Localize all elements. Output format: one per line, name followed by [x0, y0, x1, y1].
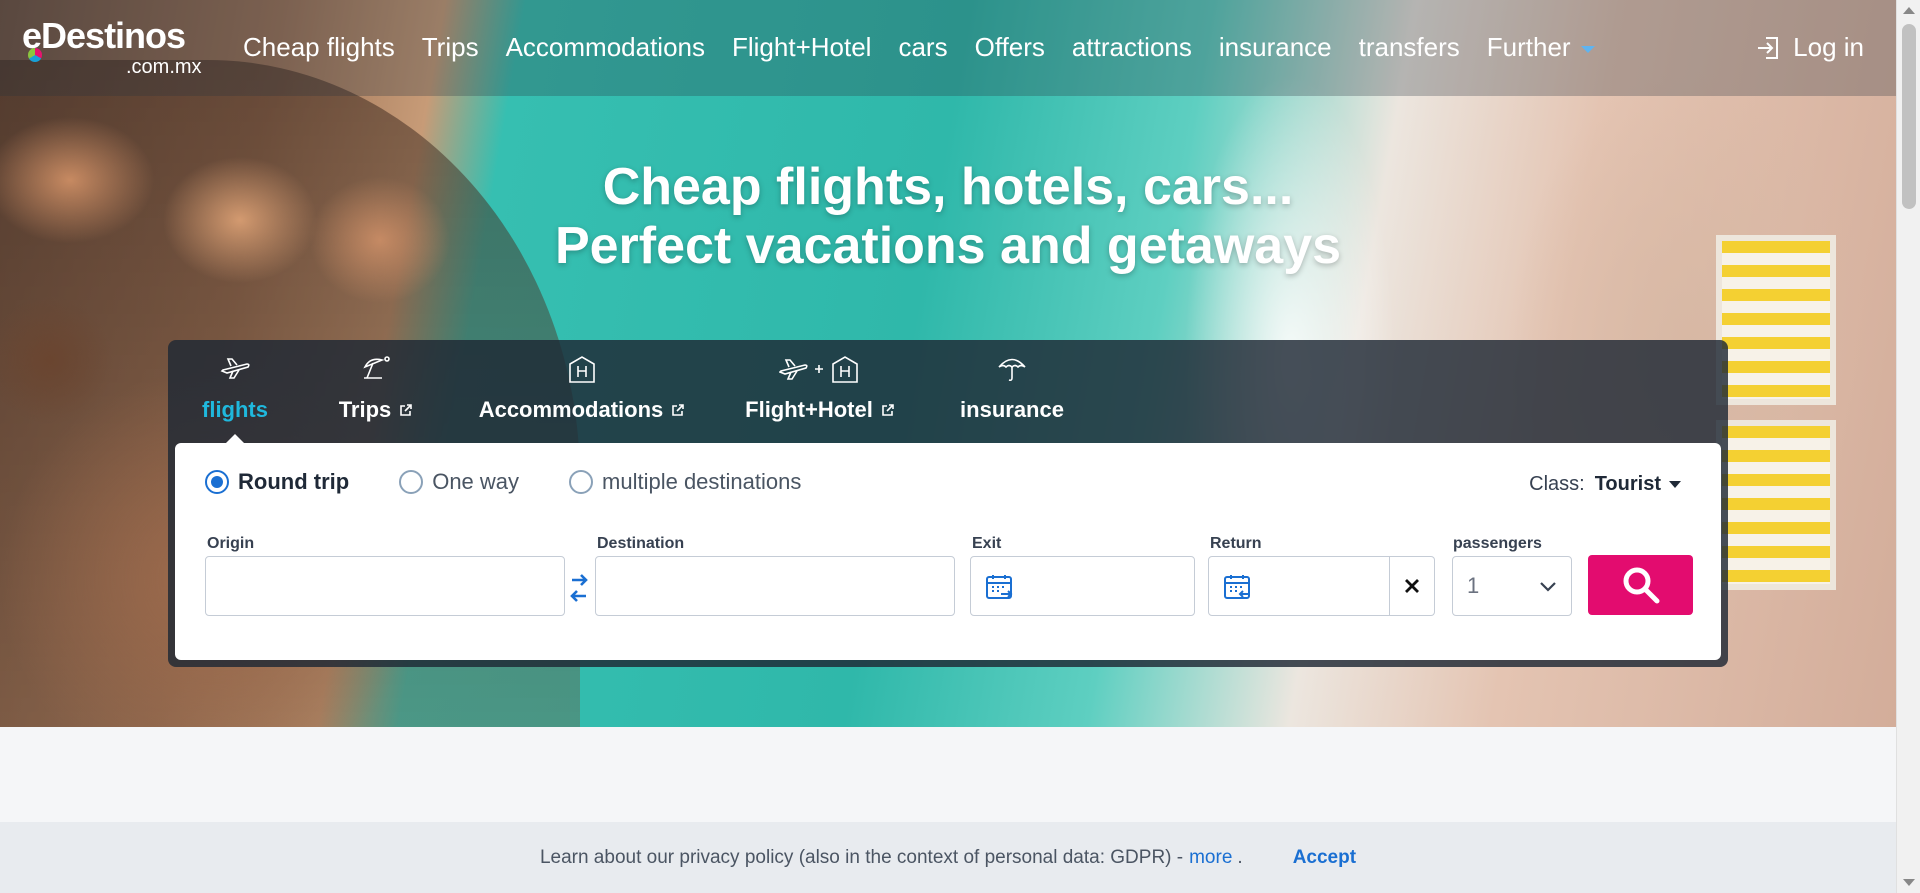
- passengers-value: 1: [1467, 573, 1480, 598]
- origin-input[interactable]: [206, 557, 564, 615]
- tab-accommodations-label: Accommodations: [478, 397, 664, 422]
- search-icon: [1623, 567, 1659, 604]
- page-scrollbar[interactable]: [1896, 0, 1920, 893]
- cookie-text: Learn about our privacy policy (also in …: [539, 846, 1184, 868]
- nav-cheap-flights[interactable]: Cheap flights: [243, 30, 395, 64]
- search-button[interactable]: [1588, 555, 1693, 615]
- cookie-consent-bar: Learn about our privacy policy (also in …: [0, 822, 1896, 893]
- content-area: [0, 727, 1896, 822]
- logo-dot-icon: [28, 48, 42, 62]
- external-link-icon: [400, 404, 413, 416]
- tab-flights[interactable]: flights: [168, 340, 302, 443]
- calendar-return-icon: [1224, 575, 1250, 599]
- origin-field[interactable]: [205, 556, 565, 616]
- passengers-label: passengers: [1453, 535, 1542, 552]
- radio-round-trip[interactable]: Round trip: [205, 469, 349, 495]
- tab-trips-label: Trips: [338, 397, 392, 422]
- beach-umbrella-icon: [363, 356, 390, 379]
- umbrella-icon: [998, 358, 1026, 382]
- swap-directions-icon[interactable]: [569, 571, 589, 605]
- tab-flight-hotel[interactable]: Flight+Hotel: [714, 340, 926, 443]
- tab-flight-hotel-label: Flight+Hotel: [745, 397, 873, 422]
- privacy-more-link[interactable]: more: [1189, 847, 1232, 869]
- search-panel: flights Trips Accommodations Flight+Hote…: [168, 340, 1728, 667]
- radio-checked-icon: [205, 470, 229, 494]
- hero-headline-line1: Cheap flights, hotels, cars...: [602, 158, 1294, 216]
- logo-domain: .com.mx: [126, 56, 202, 78]
- radio-multiple-destinations-label: multiple destinations: [602, 469, 802, 494]
- caret-down-icon: [1580, 45, 1595, 53]
- destination-input[interactable]: [596, 557, 954, 615]
- nav-insurance[interactable]: insurance: [1219, 30, 1332, 64]
- main-menu: Cheap flights Trips Accommodations Fligh…: [243, 30, 1622, 64]
- scrollbar-thumb[interactable]: [1902, 24, 1916, 209]
- site-logo[interactable]: eDestinos .com.mx: [22, 15, 212, 79]
- plane-icon: [220, 358, 250, 379]
- nav-accommodations[interactable]: Accommodations: [506, 30, 705, 64]
- destination-field[interactable]: [595, 556, 955, 616]
- tab-flights-label: flights: [202, 397, 268, 422]
- plane-plus-hotel-icon: [779, 356, 858, 383]
- nav-transfers[interactable]: transfers: [1359, 30, 1460, 64]
- close-icon: [1404, 579, 1419, 593]
- cookie-text-end: .: [1237, 846, 1243, 868]
- return-date-field[interactable]: [1208, 556, 1390, 616]
- radio-one-way[interactable]: One way: [399, 469, 519, 495]
- class-dropdown[interactable]: Class: Tourist: [1529, 473, 1681, 496]
- passengers-select[interactable]: 1: [1452, 556, 1572, 616]
- nav-cars[interactable]: cars: [898, 30, 947, 64]
- class-value: Tourist: [1594, 473, 1661, 495]
- exit-date-label: Exit: [972, 535, 1002, 552]
- tab-insurance[interactable]: insurance: [926, 340, 1098, 443]
- chevron-down-icon: [1540, 582, 1556, 592]
- hero-headline-line2: Perfect vacations and getaways: [554, 217, 1342, 275]
- external-link-icon: [672, 404, 685, 416]
- trip-type-selector: Round trip One way multiple destinations: [205, 469, 851, 495]
- nav-further-dropdown[interactable]: Further: [1487, 30, 1595, 64]
- exit-date-field[interactable]: [970, 556, 1195, 616]
- radio-one-way-label: One way: [432, 469, 520, 494]
- scroll-down-icon[interactable]: [1903, 879, 1915, 886]
- nav-flight-hotel[interactable]: Flight+Hotel: [732, 30, 871, 64]
- nav-further-label: Further: [1486, 32, 1571, 62]
- radio-multiple-destinations[interactable]: multiple destinations: [569, 469, 801, 495]
- tab-trips[interactable]: Trips: [302, 340, 450, 443]
- logo-wordmark: eDestinos: [22, 15, 186, 56]
- nav-attractions[interactable]: attractions: [1072, 30, 1192, 64]
- login-label: Log in: [1793, 32, 1864, 62]
- return-date-label: Return: [1210, 535, 1262, 552]
- nav-trips[interactable]: Trips: [422, 30, 479, 64]
- class-label: Class:: [1529, 473, 1585, 495]
- tab-accommodations[interactable]: Accommodations: [450, 340, 714, 443]
- radio-unchecked-icon: [569, 470, 594, 494]
- hotel-icon: [569, 356, 595, 383]
- hero-photo-towel: [1716, 420, 1836, 590]
- origin-label: Origin: [207, 535, 255, 552]
- flight-search-form: Round trip One way multiple destinations…: [175, 443, 1721, 660]
- login-button[interactable]: Log in: [1755, 32, 1864, 63]
- accept-cookies-button[interactable]: Accept: [1293, 847, 1356, 869]
- caret-down-icon: [1669, 481, 1681, 488]
- login-icon: [1758, 36, 1779, 59]
- external-link-icon: [882, 404, 894, 416]
- tab-insurance-label: insurance: [960, 397, 1064, 422]
- calendar-departure-icon: [986, 575, 1013, 599]
- destination-label: Destination: [597, 535, 685, 552]
- scroll-up-icon[interactable]: [1903, 7, 1915, 14]
- nav-offers[interactable]: Offers: [975, 30, 1045, 64]
- top-navigation: eDestinos .com.mx Cheap flights Trips Ac…: [0, 0, 1896, 96]
- radio-round-trip-label: Round trip: [238, 469, 350, 494]
- product-tabs: flights Trips Accommodations Flight+Hote…: [168, 340, 1098, 443]
- clear-return-button[interactable]: [1389, 556, 1435, 616]
- radio-unchecked-icon: [399, 470, 424, 494]
